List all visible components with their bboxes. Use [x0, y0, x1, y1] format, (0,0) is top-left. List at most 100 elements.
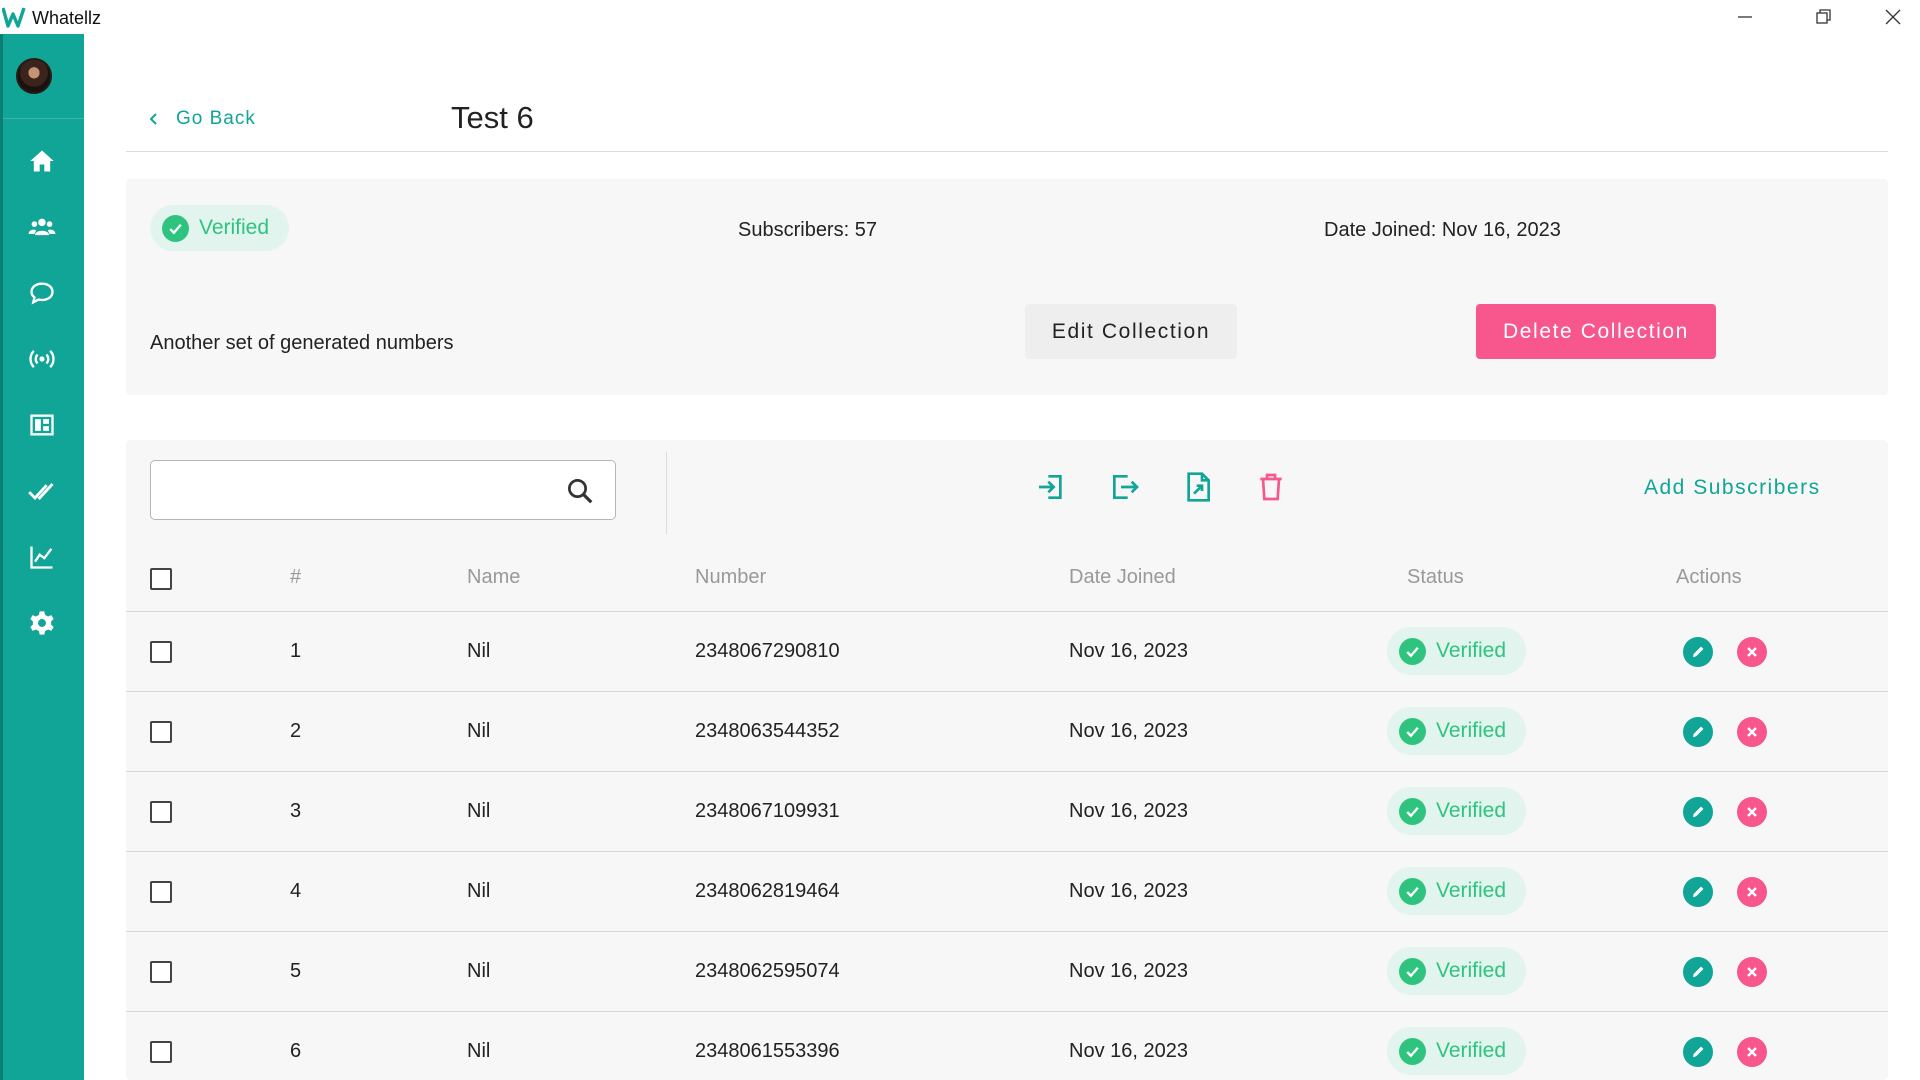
restore-icon	[1816, 9, 1831, 24]
row-status-label: Verified	[1436, 719, 1507, 742]
import-button[interactable]	[1034, 470, 1068, 504]
row-checkbox[interactable]	[150, 1041, 172, 1063]
file-icon	[1187, 472, 1210, 502]
row-status-label: Verified	[1436, 1039, 1507, 1062]
check-circle-icon	[162, 214, 189, 242]
delete-row-button[interactable]	[1737, 957, 1767, 987]
sidebar-item-verify[interactable]	[27, 476, 57, 506]
row-date-joined: Nov 16, 2023	[1069, 1040, 1188, 1062]
file-download-button[interactable]	[1181, 470, 1215, 504]
import-icon	[1039, 475, 1062, 499]
row-status-badge: Verified	[1387, 707, 1527, 755]
pencil-icon	[1693, 726, 1704, 737]
delete-row-button[interactable]	[1737, 637, 1767, 667]
row-checkbox[interactable]	[150, 961, 172, 983]
avatar[interactable]	[16, 58, 52, 94]
export-icon	[1113, 475, 1139, 499]
sidebar-item-home[interactable]	[27, 146, 57, 176]
sidebar-item-dashboard[interactable]	[27, 410, 57, 440]
row-index: 2	[290, 720, 302, 742]
delete-selected-button[interactable]	[1254, 470, 1288, 504]
row-name: Nil	[467, 960, 491, 982]
table-row: 5 Nil 2348062595074 Nov 16, 2023 Verifie…	[126, 932, 1888, 1012]
delete-collection-button[interactable]: Delete Collection	[1476, 304, 1716, 359]
select-all-checkbox[interactable]	[150, 568, 172, 590]
chat-icon	[30, 282, 54, 305]
row-status-badge: Verified	[1387, 787, 1527, 835]
row-date-joined: Nov 16, 2023	[1069, 880, 1188, 902]
check-circle-icon	[1399, 1037, 1426, 1065]
column-header-date-joined: Date Joined	[1069, 566, 1176, 588]
sidebar-divider	[3, 118, 87, 119]
minimize-button[interactable]	[1710, 0, 1780, 34]
broadcast-icon	[29, 350, 55, 368]
analytics-icon	[30, 546, 53, 569]
row-status-label: Verified	[1436, 799, 1507, 822]
delete-row-button[interactable]	[1737, 1037, 1767, 1067]
row-name: Nil	[467, 800, 491, 822]
chevron-left-icon	[149, 113, 157, 125]
row-status-badge: Verified	[1387, 1027, 1527, 1075]
edit-row-button[interactable]	[1683, 717, 1713, 747]
table-row: 3 Nil 2348067109931 Nov 16, 2023 Verifie…	[126, 772, 1888, 852]
sidebar-item-chat[interactable]	[27, 278, 57, 308]
row-checkbox[interactable]	[150, 881, 172, 903]
check-circle-icon	[1399, 797, 1426, 825]
add-subscribers-button[interactable]: Add Subscribers	[1644, 476, 1821, 500]
edit-row-button[interactable]	[1683, 957, 1713, 987]
row-number: 2348067290810	[695, 640, 840, 662]
pencil-icon	[1693, 806, 1704, 817]
row-number: 2348063544352	[695, 720, 840, 742]
edit-row-button[interactable]	[1683, 877, 1713, 907]
column-header-index: #	[290, 566, 302, 588]
sidebar-item-analytics[interactable]	[27, 542, 57, 572]
delete-row-button[interactable]	[1737, 797, 1767, 827]
search-icon	[568, 479, 593, 504]
app-name: Whatellz	[32, 8, 102, 28]
window-titlebar: Whatellz	[0, 0, 1920, 34]
status-badge-label: Verified	[199, 216, 270, 239]
row-date-joined: Nov 16, 2023	[1069, 640, 1188, 662]
sidebar-item-broadcast[interactable]	[27, 344, 57, 374]
close-icon	[1747, 647, 1757, 657]
home-icon	[30, 150, 54, 172]
column-header-number: Number	[695, 566, 767, 588]
sidebar-item-users[interactable]	[27, 212, 57, 242]
row-checkbox[interactable]	[150, 721, 172, 743]
table-row: 2 Nil 2348063544352 Nov 16, 2023 Verifie…	[126, 692, 1888, 772]
close-window-button[interactable]	[1858, 0, 1920, 34]
close-icon	[1747, 967, 1757, 977]
row-date-joined: Nov 16, 2023	[1069, 720, 1188, 742]
delete-row-button[interactable]	[1737, 717, 1767, 747]
check-circle-icon	[1399, 717, 1426, 745]
row-status-label: Verified	[1436, 959, 1507, 982]
export-button[interactable]	[1108, 470, 1142, 504]
sidebar-item-settings[interactable]	[27, 608, 57, 638]
column-header-status: Status	[1407, 566, 1464, 588]
search-input[interactable]	[150, 460, 616, 520]
edit-row-button[interactable]	[1683, 797, 1713, 827]
close-icon	[1747, 727, 1757, 737]
row-name: Nil	[467, 880, 491, 902]
collection-description: Another set of generated numbers	[150, 332, 454, 354]
row-checkbox[interactable]	[150, 641, 172, 663]
go-back-link[interactable]: Go Back	[146, 108, 256, 130]
column-header-actions: Actions	[1676, 566, 1742, 588]
row-status-badge: Verified	[1387, 627, 1527, 675]
pencil-icon	[1693, 646, 1704, 657]
table-row: 1 Nil 2348067290810 Nov 16, 2023 Verifie…	[126, 612, 1888, 692]
edit-collection-button[interactable]: Edit Collection	[1025, 304, 1237, 359]
users-icon	[28, 218, 56, 236]
edit-row-button[interactable]	[1683, 1037, 1713, 1067]
table-row: 6 Nil 2348061553396 Nov 16, 2023 Verifie…	[126, 1012, 1888, 1080]
status-badge: Verified	[150, 205, 290, 251]
delete-row-button[interactable]	[1737, 877, 1767, 907]
row-checkbox[interactable]	[150, 801, 172, 823]
row-index: 6	[290, 1040, 302, 1062]
row-name: Nil	[467, 1040, 491, 1062]
sidebar	[0, 34, 87, 1080]
settings-icon	[30, 611, 54, 635]
row-number: 2348067109931	[695, 800, 840, 822]
restore-button[interactable]	[1788, 0, 1858, 34]
edit-row-button[interactable]	[1683, 637, 1713, 667]
